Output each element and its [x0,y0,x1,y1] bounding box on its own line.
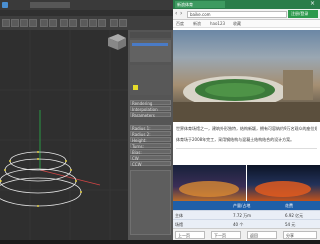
button-label: 上一页 [178,233,190,238]
yellow-swatch-icon [133,85,138,90]
divider [176,148,317,149]
modifier-stack[interactable] [130,65,171,95]
mirror-tool-button[interactable] [60,19,68,27]
move-tool-button[interactable] [11,19,19,27]
app-title-bar [0,0,173,10]
prev-page-button[interactable]: 上一页 [175,231,205,239]
render-button[interactable] [98,19,106,27]
scale-tool-button[interactable] [29,19,37,27]
article-paragraph: 世界体育场馆之一，建筑外形独特，结构新颖，拥有可容纳约9万名观众的座位规模。 [176,126,317,131]
stadium-aerial-image [173,30,320,122]
panel-row-10[interactable]: CCW [130,161,171,167]
login-button[interactable]: 注册/登录 [288,10,318,18]
bookmark-item[interactable]: hao123 [210,21,225,26]
panel-row-4[interactable]: Radius 1: [130,125,171,131]
browser-tab-bar: 新浪体育 × [173,0,320,9]
button-label: 分享 [286,233,294,238]
modeling-app-window: Rendering Interpolation Parameters Radiu… [0,0,173,240]
article-paragraph: 体育场于2008年完工，采用钢结构与混凝土结构结合的设计方案。 [176,137,295,142]
url-text: baike.com [190,12,211,17]
bookmarks-bar: 百度 新浪 hao123 收藏 [173,20,320,28]
bookmark-item[interactable]: 新浪 [193,21,201,26]
panel-row-9[interactable]: CW [130,155,171,161]
rotate-tool-button[interactable] [20,19,28,27]
selected-object-row[interactable] [132,43,168,46]
viewport-scene [0,30,128,240]
share-button[interactable]: 分享 [283,231,317,239]
forward-icon[interactable]: › [180,11,182,17]
panel-row-7[interactable]: Turns: [130,143,171,149]
birdsnest-night-image [247,165,320,201]
table-cell: 54 元 [285,222,296,227]
snap-tool-button[interactable] [49,19,57,27]
back-button[interactable]: 返回 [247,231,277,239]
data-table: 产量/占地 花费 主体 7.72 万m 6.92 亿元 场馆 40 个 54 元 [173,201,320,229]
article-body: 世界体育场馆之一，建筑外形独特，结构新颖，拥有可容纳约9万名观众的座位规模。 体… [176,126,317,149]
main-toolbar [0,16,173,30]
stadium-night-image [173,165,246,201]
panel-row-2[interactable]: Interpolation [130,106,171,112]
browser-tab[interactable]: 新浪体育 [175,1,225,8]
panel-row-1[interactable]: Rendering [130,100,171,106]
table-cell: 主体 [175,213,183,218]
panel-row-8[interactable]: Bias: [130,149,171,155]
panel-row-3[interactable]: Parameters [130,112,171,118]
table-header-cell: 产量/占地 [233,203,251,208]
table-cell: 6.92 亿元 [285,213,304,218]
perspective-viewport[interactable] [0,30,128,240]
app-logo-icon [2,2,8,8]
table-cell: 40 个 [233,222,244,227]
next-page-button[interactable]: 下一页 [211,231,241,239]
bookmark-item[interactable]: 百度 [176,21,184,26]
login-label: 注册/登录 [291,11,309,16]
url-input[interactable]: baike.com [187,11,287,18]
button-label: 返回 [250,233,258,238]
panel-row-5[interactable]: Radius 2: [130,131,171,137]
command-panel-tabs[interactable] [130,32,171,38]
panel-row-6[interactable]: Height: [130,137,171,143]
button-label: 下一页 [214,233,226,238]
panel-row-label: Parameters [132,113,155,118]
panel-row-label: CCW [132,162,142,167]
address-bar: ‹ › baike.com 注册/登录 [173,9,320,20]
back-icon[interactable]: ‹ [175,11,177,17]
table-header-cell: 花费 [285,203,293,208]
bookmark-item[interactable]: 收藏 [233,21,241,26]
render-setup-button[interactable] [89,19,97,27]
link-tool-button[interactable] [40,19,48,27]
table-cell: 7.72 万m [233,213,252,218]
close-icon[interactable]: × [310,1,315,7]
browser-window: 新浪体育 × ‹ › baike.com 注册/登录 百度 新浪 hao123 … [173,0,320,240]
redo-button[interactable] [119,19,127,27]
command-panel: Rendering Interpolation Parameters Radiu… [128,30,173,240]
quick-access-bar[interactable] [30,2,70,8]
align-tool-button[interactable] [69,19,77,27]
table-cell: 场馆 [175,222,183,227]
page-bottom-bar: 上一页 下一页 返回 分享 [173,228,320,240]
undo-button[interactable] [110,19,118,27]
tab-title: 新浪体育 [177,2,193,7]
table-header: 产量/占地 花费 [173,201,320,210]
select-tool-button[interactable] [2,19,10,27]
material-editor-button[interactable] [80,19,88,27]
parameters-rollout[interactable] [130,170,171,235]
